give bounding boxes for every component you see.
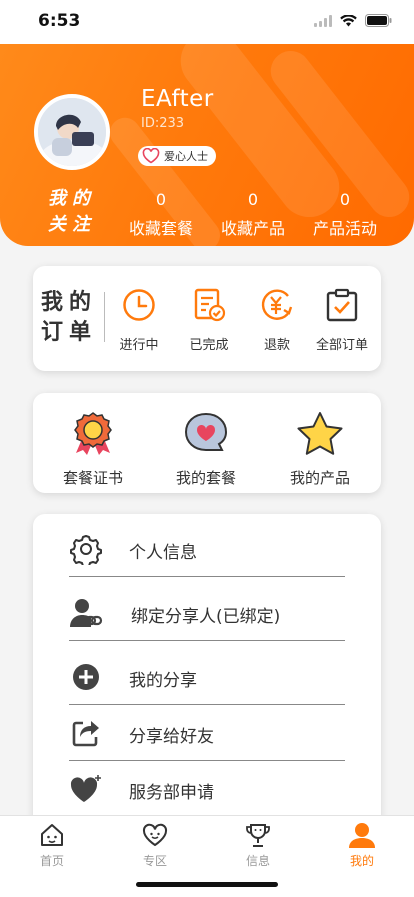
star-icon (297, 412, 343, 455)
product-mine[interactable]: 我的产品 (272, 411, 368, 488)
gear-icon (70, 535, 102, 565)
tab-label: 我的 (349, 854, 374, 868)
orders-card: 我的订单 进行中 已完成 退款 全部订单 (33, 266, 381, 371)
package-certificate[interactable]: 套餐证书 (45, 411, 141, 488)
order-label: 全部订单 (315, 338, 368, 353)
tab-label: 信息 (245, 854, 270, 868)
clock-icon (123, 289, 155, 321)
document-check-icon (194, 288, 226, 322)
stat-count: 0 (339, 190, 351, 209)
menu-label: 服务部申请 (129, 783, 214, 803)
heart-face-icon (142, 823, 168, 847)
heart-bubble-icon (184, 412, 228, 451)
divider (104, 292, 105, 342)
status-time: 6:53 (38, 11, 81, 31)
stat-fav-packages[interactable]: 0 收藏套餐 (113, 190, 209, 239)
menu-share-friends[interactable]: 分享给好友 (69, 704, 345, 761)
menu-label: 分享给好友 (129, 727, 214, 747)
stat-label: 收藏产品 (220, 219, 285, 238)
package-label: 我的产品 (289, 469, 350, 487)
menu-label: 我的分享 (129, 671, 197, 691)
clipboard-check-icon (326, 288, 358, 322)
heart-outline-icon (142, 148, 160, 164)
user-icon (349, 823, 375, 848)
yen-refund-icon (261, 289, 293, 320)
packages-card: 套餐证书 我的套餐 我的产品 (33, 393, 381, 493)
heart-plus-icon (70, 775, 101, 802)
package-mine[interactable]: 我的套餐 (158, 411, 254, 488)
home-icon (41, 824, 63, 846)
tab-home[interactable]: 首页 (12, 822, 92, 869)
stat-count: 0 (155, 190, 167, 209)
wifi-icon (340, 14, 357, 26)
order-all[interactable]: 全部订单 (309, 288, 375, 353)
trophy-icon (246, 824, 270, 847)
tab-info[interactable]: 信息 (218, 822, 298, 869)
stat-label: 收藏套餐 (128, 219, 193, 238)
user-id: ID:233 (141, 116, 185, 131)
tab-label: 首页 (39, 854, 64, 868)
home-indicator (136, 882, 278, 887)
order-label: 退款 (263, 338, 290, 353)
stat-label: 产品活动 (312, 219, 377, 238)
avatar[interactable] (34, 94, 110, 170)
status-icons (314, 14, 392, 27)
stat-product-activities[interactable]: 0 产品活动 (297, 190, 393, 239)
user-name: EAfter (141, 86, 214, 112)
plus-circle-icon (73, 664, 99, 690)
tab-label: 专区 (142, 854, 167, 868)
tab-mine[interactable]: 我的 (322, 822, 402, 869)
order-completed[interactable]: 已完成 (176, 288, 242, 353)
menu-my-share[interactable]: 我的分享 (69, 648, 345, 705)
order-in-progress[interactable]: 进行中 (106, 288, 172, 353)
menu-label: 个人信息 (129, 543, 197, 563)
menu-card: 个人信息 绑定分享人(已绑定) 我的分享 分享给好友 服务部申请 (33, 514, 381, 834)
user-link-icon (70, 599, 103, 627)
stat-fav-products[interactable]: 0 收藏产品 (205, 190, 301, 239)
status-bar: 6:53 (0, 0, 414, 44)
menu-service-apply[interactable]: 服务部申请 (69, 760, 345, 816)
package-label: 我的套餐 (175, 469, 236, 487)
medal-icon (74, 412, 112, 455)
menu-bind-sharer[interactable]: 绑定分享人(已绑定) (69, 584, 345, 641)
badge-label: 爱心人士 (164, 150, 208, 163)
share-icon (72, 721, 99, 747)
orders-title: 我的订单 (41, 290, 98, 345)
order-label: 进行中 (119, 338, 159, 353)
avatar-image (38, 98, 106, 166)
battery-icon (365, 14, 392, 27)
package-label: 套餐证书 (62, 469, 123, 487)
order-label: 已完成 (189, 338, 229, 353)
stat-count: 0 (247, 190, 259, 209)
my-follow-label[interactable]: 我的关注 (48, 186, 104, 238)
menu-personal-info[interactable]: 个人信息 (69, 520, 345, 577)
user-badge: 爱心人士 (138, 146, 216, 166)
tab-zone[interactable]: 专区 (115, 822, 195, 869)
signal-icon (314, 14, 332, 27)
menu-label: 绑定分享人(已绑定) (131, 607, 281, 627)
order-refund[interactable]: 退款 (244, 288, 310, 353)
